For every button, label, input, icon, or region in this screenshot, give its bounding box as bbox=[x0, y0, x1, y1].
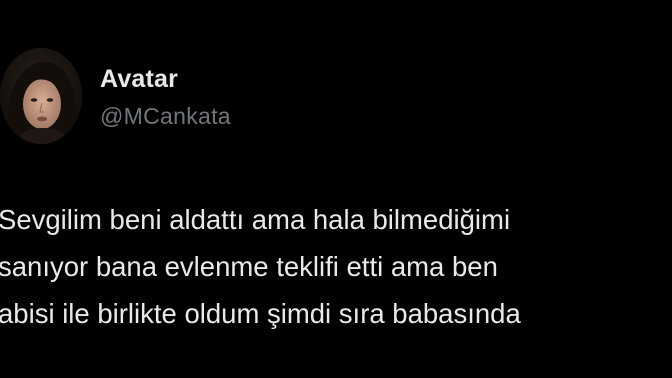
avatar[interactable] bbox=[0, 48, 82, 144]
author-block: Avatar @MCankata bbox=[100, 64, 231, 130]
tweet-card: Avatar @MCankata Sevgilim beni aldattı a… bbox=[0, 0, 672, 378]
tweet-text-line: Sevgilim beni aldattı ama hala bilmediği… bbox=[0, 204, 511, 235]
profile-photo-icon bbox=[0, 48, 82, 144]
tweet-text-line: sanıyor bana evlenme teklifi etti ama be… bbox=[0, 251, 498, 282]
tweet-text: Sevgilim beni aldattı ama hala bilmediği… bbox=[0, 196, 672, 337]
display-name[interactable]: Avatar bbox=[100, 64, 231, 94]
tweet-text-line: abisi ile birlikte oldum şimdi sıra baba… bbox=[0, 298, 521, 329]
user-handle[interactable]: @MCankata bbox=[100, 102, 231, 130]
